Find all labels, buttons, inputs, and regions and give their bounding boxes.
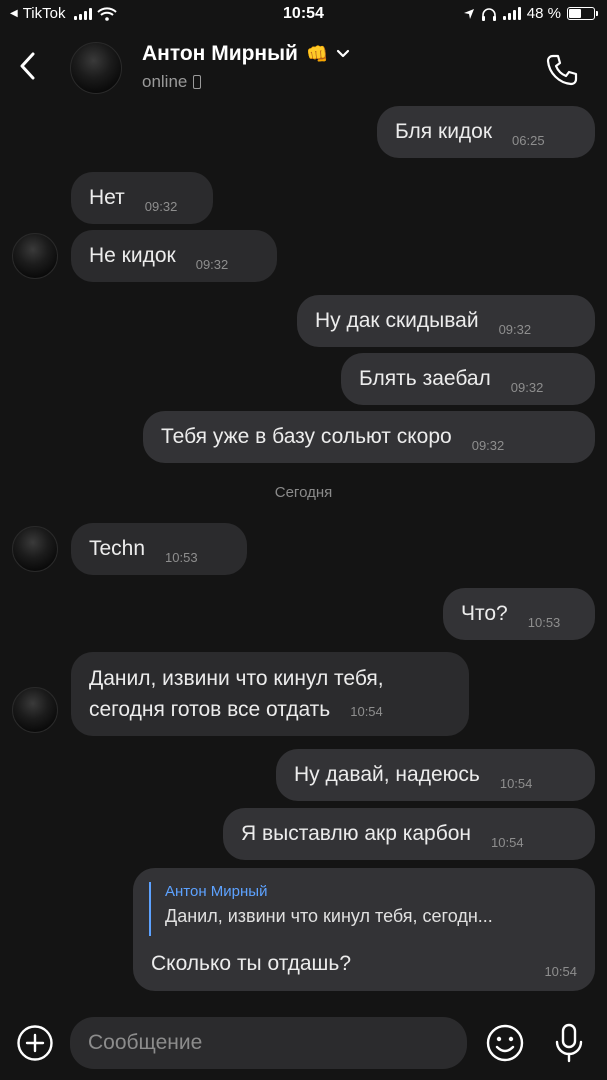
composer-bar [0, 1010, 607, 1080]
microphone-icon[interactable] [550, 1022, 588, 1064]
contact-status-text: online [142, 72, 188, 91]
message-time: 09:32 [471, 437, 505, 453]
message-bubble-out[interactable]: Что? 10:53 [443, 588, 595, 640]
chat-header: Антон Мирный 👊 online [0, 30, 607, 105]
date-separator: Сегодня [274, 484, 333, 501]
message-bubble-out[interactable]: Бля кидок 06:25 [377, 106, 595, 158]
sender-avatar[interactable] [12, 687, 58, 733]
message-bubble-in[interactable]: Нет 09:32 [71, 172, 213, 224]
contact-name-emoji: 👊 [305, 43, 329, 64]
location-icon [463, 8, 474, 19]
contact-status: online [142, 72, 202, 92]
message-text: Ну давай, надеюсь [294, 763, 480, 786]
message-text: Бля кидок [395, 120, 493, 143]
reply-message-bubble[interactable]: Антон Мирный Данил, извини что кинул теб… [133, 868, 595, 991]
headphones-icon [481, 7, 496, 21]
message-bubble-in[interactable]: Не кидок 09:32 [71, 230, 277, 282]
message-bubble-in[interactable]: Данил, извини что кинул тебя, сегодня го… [71, 652, 469, 736]
quoted-text: Данил, извини что кинул тебя, сегодн... [165, 906, 493, 926]
message-time: 10:54 [499, 775, 533, 791]
message-text-line2: сегодня готов все отдать [89, 698, 331, 721]
message-bubble-in[interactable]: Techn 10:53 [71, 523, 247, 575]
status-bar: ◀ TikTok 10:54 48 % [0, 0, 607, 30]
back-button[interactable] [10, 44, 44, 88]
chevron-left-icon [20, 52, 35, 80]
message-input[interactable] [70, 1017, 467, 1069]
chevron-down-icon[interactable] [336, 49, 350, 59]
sender-avatar[interactable] [12, 526, 58, 572]
message-time: 09:32 [510, 379, 544, 395]
message-text: Сколько ты отдашь? [151, 952, 352, 975]
message-time: 10:54 [350, 704, 383, 719]
message-time: 06:25 [512, 132, 545, 148]
message-text: Не кидок [89, 244, 176, 267]
contact-name[interactable]: Антон Мирный 👊 [142, 42, 350, 66]
message-text: Что? [461, 602, 508, 625]
message-bubble-out[interactable]: Я выставлю акр карбон 10:54 [223, 808, 595, 860]
emoji-icon[interactable] [485, 1023, 525, 1063]
message-bubble-out[interactable]: Блять заебал 09:32 [341, 353, 595, 405]
message-text: Тебя уже в базу сольют скоро [161, 425, 452, 448]
message-text-line1: Данил, извини что кинул тебя, [89, 667, 384, 690]
message-time: 09:32 [144, 198, 178, 214]
message-text: Нет [89, 186, 125, 209]
phone-icon [546, 54, 578, 86]
message-text: Блять заебал [359, 367, 491, 390]
signal-bars-icon [502, 6, 521, 20]
battery-percent: 48 % [526, 5, 561, 22]
message-text: Я выставлю акр карбон [241, 822, 472, 845]
quoted-sender-name: Антон Мирный [165, 883, 268, 900]
message-text: Techn [89, 537, 146, 560]
mobile-device-icon [193, 75, 202, 89]
message-text: Ну дак скидывай [315, 309, 479, 332]
quoted-message[interactable]: Антон Мирный Данил, извини что кинул теб… [149, 882, 581, 936]
message-time: 09:32 [195, 256, 229, 272]
message-time: 10:53 [527, 614, 561, 630]
battery-icon [567, 7, 598, 20]
message-bubble-out[interactable]: Ну дак скидывай 09:32 [297, 295, 595, 347]
contact-avatar[interactable] [70, 42, 122, 94]
message-time: 10:54 [491, 834, 524, 850]
message-time: 10:53 [165, 549, 198, 565]
message-time: 10:54 [544, 964, 577, 979]
sender-avatar[interactable] [12, 233, 58, 279]
message-bubble-out[interactable]: Тебя уже в базу сольют скоро 09:32 [143, 411, 595, 463]
call-button[interactable] [540, 48, 584, 92]
message-bubble-out[interactable]: Ну давай, надеюсь 10:54 [276, 749, 595, 801]
message-time: 09:32 [498, 321, 532, 337]
contact-name-text: Антон Мирный [142, 42, 298, 65]
attach-plus-icon[interactable] [16, 1024, 54, 1062]
